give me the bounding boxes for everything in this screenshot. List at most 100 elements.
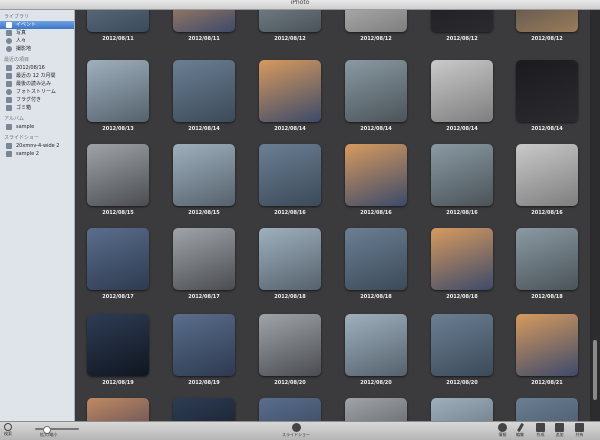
event-date-label: 2012/08/14 [531,126,563,132]
scrollbar-thumb[interactable] [593,340,597,400]
event-date-label: 2012/08/18 [360,294,392,300]
event-date-label: 2012/08/14 [360,126,392,132]
sidebar-item[interactable]: 人々 [0,37,74,45]
event-thumbnail[interactable] [87,10,149,32]
sidebar-item-label: 最近の 12 カ月間 [16,73,56,79]
play-icon [291,423,301,432]
info-icon [498,423,507,432]
slideshow-button[interactable]: スライドショー [282,423,310,438]
event-thumbnail[interactable] [259,228,321,290]
sidebar-item-label: イベント [16,22,37,28]
event-thumbnail[interactable] [345,60,407,122]
event-thumbnail[interactable] [345,10,407,32]
event-date-label: 2012/08/20 [360,380,392,386]
sidebar-section-header: スライドショー [4,135,40,141]
share-label: 共有 [575,432,584,437]
event-thumbnail[interactable] [259,60,321,122]
event-thumbnail[interactable] [259,314,321,376]
sidebar-item[interactable]: sample 2 [0,150,74,158]
event-thumbnail[interactable] [345,398,407,421]
event-date-label: 2012/08/12 [274,36,306,42]
event-thumbnail[interactable] [345,314,407,376]
edit-button[interactable]: 編集 [516,422,524,438]
event-thumbnail[interactable] [87,228,149,290]
album-icon [6,124,12,130]
event-thumbnail[interactable] [516,144,578,206]
events-icon [6,22,12,28]
sidebar-item-label: 最後の読み込み [16,81,52,87]
add-button[interactable]: 追加 [555,423,564,438]
event-grid[interactable]: 2012/08/11 2012/08/11 2012/08/12 2012/08/12… [75,10,590,421]
event-thumbnail[interactable] [516,314,578,376]
sidebar-item[interactable]: 2012/08/16 [0,64,74,72]
sidebar-item[interactable]: 最近の 12 カ月間 [0,72,74,80]
event-thumbnail[interactable] [87,314,149,376]
plus-icon [555,423,564,432]
event-date-label: 2012/08/20 [274,380,306,386]
search-button[interactable]: 検索 [4,423,12,437]
sidebar-item[interactable]: フォトストリーム [0,88,74,96]
sidebar-item[interactable]: 撮影地 [0,45,74,53]
sidebar-item[interactable]: ゴミ箱 [0,104,74,112]
share-icon [575,423,584,432]
create-button[interactable]: 作成 [536,423,545,438]
bottom-toolbar: 検索 拡大/縮小 スライドショー 情報 編集 作成 追加 共有 [0,421,600,440]
sidebar-item[interactable]: イベント [0,21,74,29]
event-date-label: 2012/08/20 [446,380,478,386]
event-thumbnail[interactable] [87,144,149,206]
sidebar-item-label: 撮影地 [16,46,32,52]
event-thumbnail[interactable] [431,10,493,32]
sidebar-item[interactable]: 写真 [0,29,74,37]
sidebar-item[interactable]: 最後の読み込み [0,80,74,88]
event-thumbnail[interactable] [173,144,235,206]
faces-icon [6,38,12,44]
zoom-slider[interactable] [35,426,79,434]
event-date-label: 2012/08/11 [188,36,220,42]
event-thumbnail[interactable] [516,228,578,290]
sidebar-item[interactable]: sample [0,123,74,131]
event-thumbnail[interactable] [173,398,235,421]
event-thumbnail[interactable] [431,314,493,376]
sidebar-item-label: フォトストリーム [16,89,56,95]
sidebar-item-label: 20xmnv-4-wide 2 [16,143,60,149]
flag-icon [6,97,12,103]
event-date-label: 2012/08/16 [274,210,306,216]
slideshow-label: スライドショー [282,432,310,437]
event-thumbnail[interactable] [431,144,493,206]
pencil-icon [516,422,524,433]
event-thumbnail[interactable] [345,144,407,206]
event-thumbnail[interactable] [431,228,493,290]
event-thumbnail[interactable] [173,314,235,376]
event-thumbnail[interactable] [259,10,321,32]
sidebar-item[interactable]: フラグ付き [0,96,74,104]
calendar-icon [6,65,12,71]
share-button[interactable]: 共有 [575,423,584,438]
event-thumbnail[interactable] [87,60,149,122]
event-thumbnail[interactable] [516,398,578,421]
photostream-icon [6,89,12,95]
event-date-label: 2012/08/14 [446,126,478,132]
event-thumbnail[interactable] [431,398,493,421]
event-thumbnail[interactable] [431,60,493,122]
sidebar-item-label: sample 2 [16,151,39,157]
sidebar: ライブラリ イベント 写真 人々 撮影地 最近の項目 2012/08/16 最近の 12 カ月… [0,10,75,421]
event-thumbnail[interactable] [259,398,321,421]
sidebar-item-label: 人々 [16,38,27,44]
create-icon [536,423,545,432]
window-title: iPhoto [290,0,310,6]
event-thumbnail[interactable] [173,10,235,32]
event-thumbnail[interactable] [173,228,235,290]
event-thumbnail[interactable] [516,10,578,32]
event-thumbnail[interactable] [87,398,149,421]
sidebar-item-label: ゴミ箱 [16,105,32,111]
vertical-scrollbar[interactable] [590,10,600,421]
sidebar-item-label: 写真 [16,30,27,36]
places-icon [6,46,12,52]
event-thumbnail[interactable] [259,144,321,206]
event-thumbnail[interactable] [173,60,235,122]
sidebar-section-header: ライブラリ [4,14,30,20]
event-thumbnail[interactable] [345,228,407,290]
info-button[interactable]: 情報 [498,423,507,438]
event-thumbnail[interactable] [516,60,578,122]
sidebar-item[interactable]: 20xmnv-4-wide 2 [0,142,74,150]
